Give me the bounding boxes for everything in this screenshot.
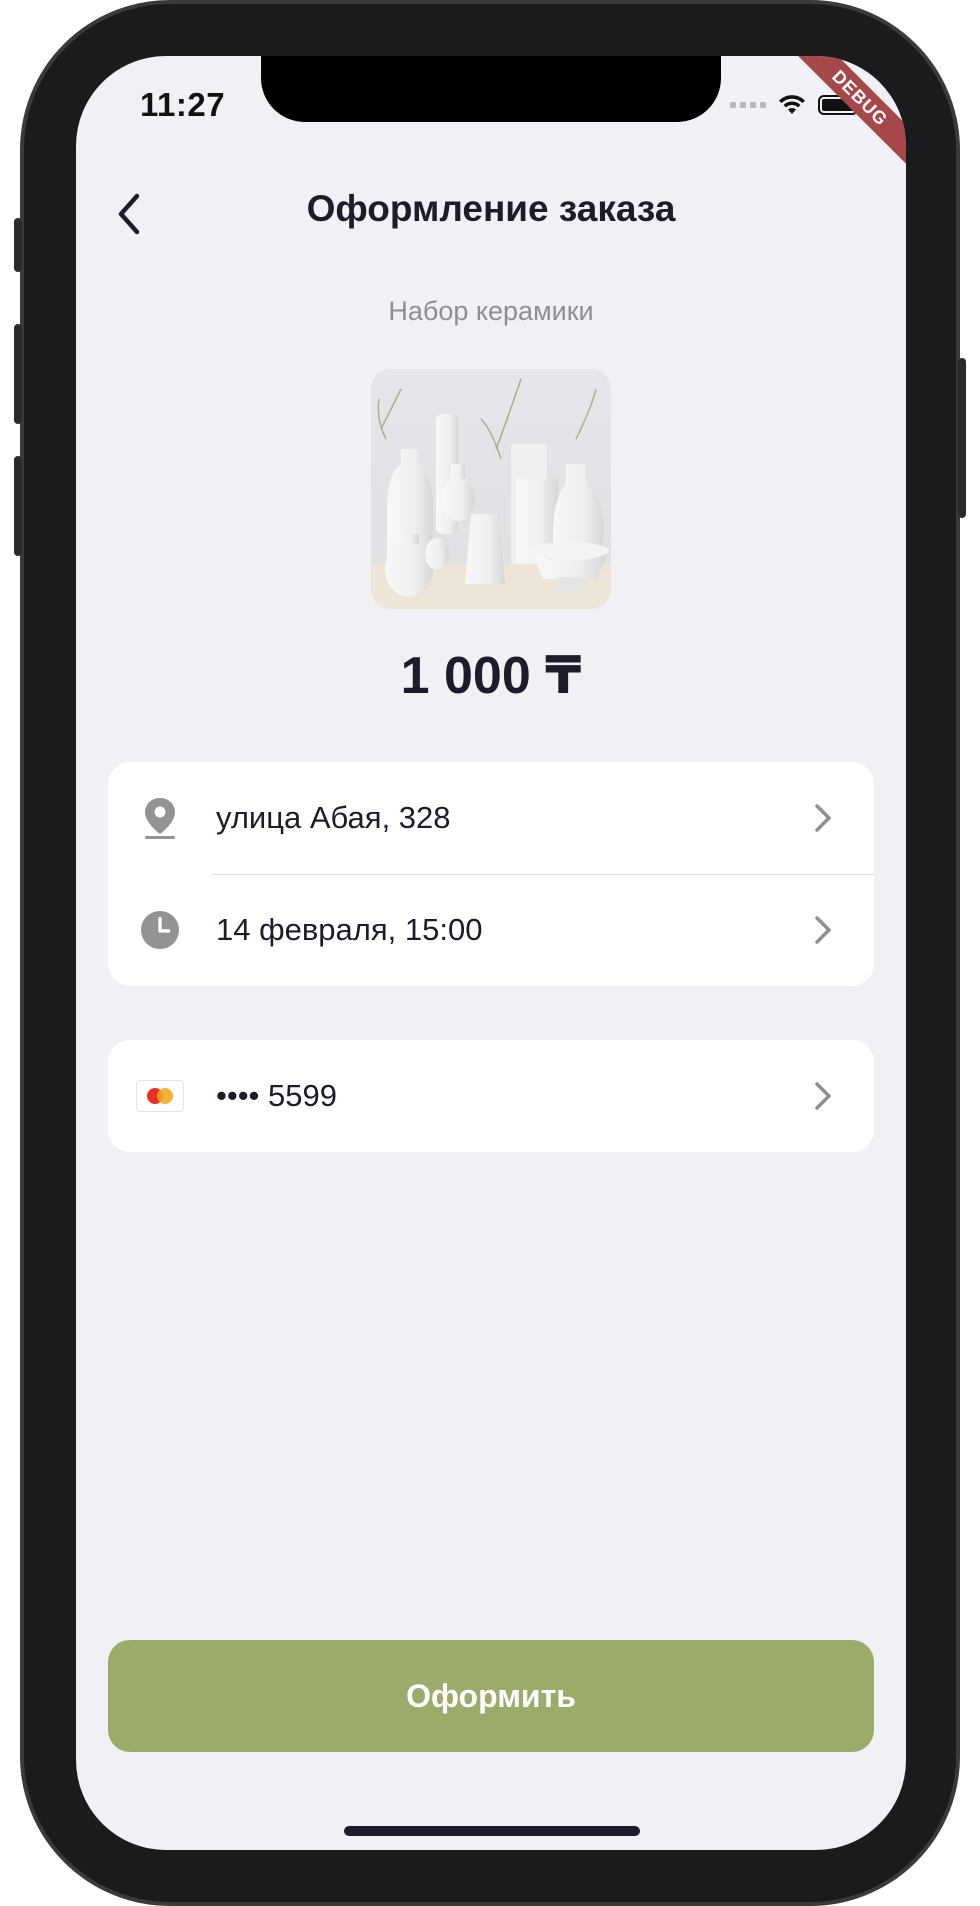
power-button — [958, 358, 966, 518]
order-price: 1 000 ₸ — [400, 647, 582, 705]
cellular-signal-icon — [730, 102, 766, 108]
address-row[interactable]: улица Абая, 328 — [108, 762, 874, 874]
delivery-time-label: 14 февраля, 15:00 — [216, 912, 483, 947]
submit-order-button[interactable]: Оформить — [108, 1640, 874, 1752]
payment-method-row[interactable]: •••• 5599 — [108, 1040, 874, 1152]
payment-card: •••• 5599 — [108, 1040, 874, 1152]
status-time: 11:27 — [140, 86, 226, 123]
chevron-right-icon — [815, 804, 831, 832]
volume-up-button — [14, 324, 22, 424]
volume-down-button — [14, 456, 22, 556]
clock-icon — [140, 910, 180, 950]
card-number-label: •••• 5599 — [216, 1078, 337, 1113]
wifi-icon — [779, 95, 805, 114]
notch — [261, 56, 721, 122]
delivery-time-row[interactable]: 14 февраля, 15:00 — [108, 874, 874, 986]
address-label: улица Абая, 328 — [216, 800, 451, 835]
product-image — [371, 369, 611, 609]
product-name: Набор керамики — [388, 296, 594, 326]
page-title: Оформление заказа — [306, 188, 676, 229]
mastercard-icon — [136, 1076, 184, 1116]
delivery-card: улица Абая, 328 14 февраля, 15:00 — [108, 762, 874, 986]
location-pin-icon — [140, 798, 180, 839]
mute-switch — [14, 218, 22, 272]
app-screen: 11:27 DEBUG Оформление заказа Набор кера… — [76, 56, 906, 1850]
home-indicator — [344, 1826, 640, 1836]
chevron-right-icon — [815, 1082, 831, 1110]
chevron-right-icon — [815, 916, 831, 944]
